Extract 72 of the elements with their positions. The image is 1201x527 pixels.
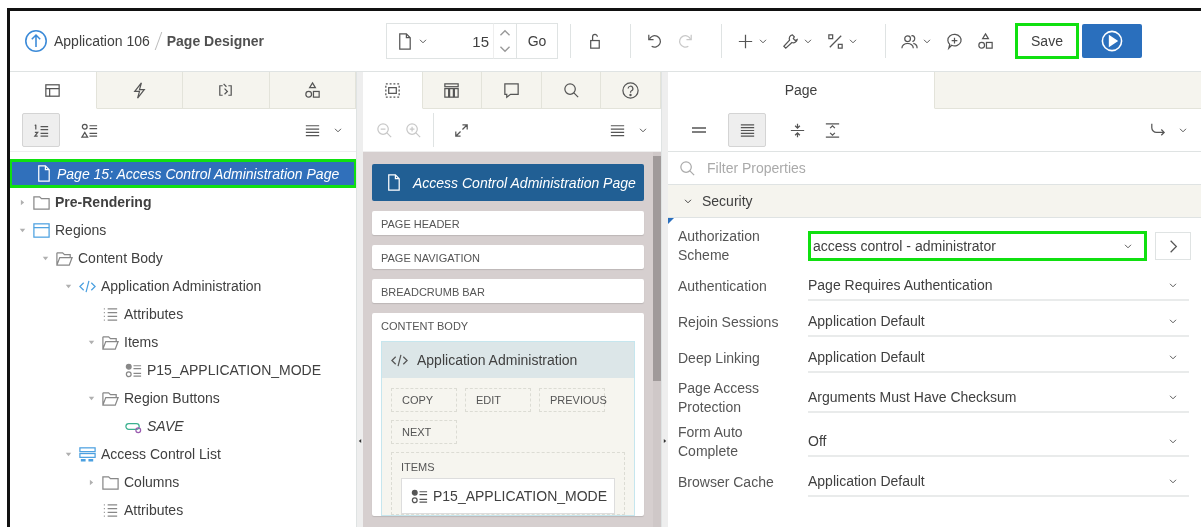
corner-marker	[668, 218, 674, 224]
tree-item[interactable]: Access Control List	[101, 446, 221, 462]
tab[interactable]: Page	[668, 72, 935, 109]
wrench-icon[interactable]	[781, 31, 800, 51]
property-label: Deep Linking	[678, 348, 761, 368]
select-field[interactable]: Arguments Must Have Checksum	[808, 383, 1189, 413]
tab[interactable]	[363, 72, 423, 109]
help-icon	[621, 80, 641, 100]
page-number-field[interactable]: 15	[435, 23, 493, 59]
tree-item[interactable]: Regions	[55, 222, 107, 238]
property-label: Browser Cache	[678, 472, 775, 492]
select-field[interactable]: Application Default	[808, 467, 1189, 497]
search-icon	[561, 80, 581, 100]
button-placeholder[interactable]: COPY	[391, 388, 457, 412]
shapes-icon[interactable]	[976, 31, 995, 51]
expand-all-icon[interactable]	[823, 120, 842, 140]
save-button[interactable]: Save	[1015, 23, 1079, 59]
property-label: Authorization Scheme	[678, 227, 761, 265]
region-icon	[32, 220, 51, 240]
page-title: Page Designer	[166, 33, 264, 49]
region-title: Application Administration	[417, 352, 578, 368]
tree-item[interactable]: P15_APPLICATION_MODE	[147, 362, 322, 378]
property-label: Page Access Protection	[678, 379, 760, 417]
position-label: CONTENT BODY	[381, 320, 470, 334]
run-button[interactable]	[1082, 24, 1142, 58]
items-label: ITEMS	[401, 461, 436, 473]
scrollbar[interactable]	[653, 152, 661, 527]
button-placeholder[interactable]: EDIT	[465, 388, 531, 412]
gallery-icon	[442, 80, 462, 100]
comment-plus-icon[interactable]	[945, 31, 964, 51]
lines-icon	[691, 126, 707, 134]
group-header[interactable]: Security	[668, 185, 1201, 218]
position-label: PAGE HEADER	[381, 218, 461, 232]
search-icon	[678, 158, 697, 178]
button-placeholder[interactable]: NEXT	[391, 420, 457, 444]
tab[interactable]	[10, 72, 97, 109]
tree-item[interactable]: Items	[124, 334, 159, 350]
tree-item[interactable]: Pre-Rendering	[55, 194, 152, 210]
property-label: Authentication	[678, 276, 768, 296]
application-link[interactable]: Application 106	[54, 33, 150, 49]
scrollbar-thumb[interactable]	[653, 156, 661, 381]
item-name: P15_APPLICATION_MODE	[433, 488, 608, 504]
property-label: Rejoin Sessions	[678, 312, 780, 332]
tree-item[interactable]: Application Administration	[101, 278, 262, 294]
shapes-icon	[302, 80, 322, 100]
view-mode-button[interactable]	[728, 113, 766, 147]
tree-item[interactable]: Content Body	[78, 250, 163, 266]
position-label: PAGE NAVIGATION	[381, 252, 482, 266]
select-field[interactable]: Application Default	[808, 307, 1189, 337]
selection-icon	[382, 80, 402, 100]
tree-item[interactable]: Attributes	[124, 306, 184, 322]
tree-item[interactable]: Attributes	[124, 502, 184, 518]
tree-item[interactable]: Columns	[124, 474, 180, 490]
comment-icon	[502, 80, 521, 100]
property-label: Form Auto Complete	[678, 423, 744, 461]
tree-item[interactable]: SAVE	[147, 418, 184, 434]
item-card[interactable]: P15_APPLICATION_MODE	[401, 478, 615, 514]
tree-item[interactable]: Region Buttons	[124, 390, 220, 406]
view-toggle-button[interactable]	[22, 113, 60, 147]
go-to-button[interactable]	[1155, 232, 1191, 260]
play-icon	[1100, 29, 1124, 53]
page-title: Access Control Administration Page	[413, 174, 636, 191]
go-button[interactable]: Go	[516, 23, 558, 59]
select-field[interactable]: Off	[808, 427, 1189, 457]
select-field[interactable]: access control - administrator	[808, 231, 1147, 261]
list-region-icon	[78, 444, 97, 464]
tree-item[interactable]: Page 15: Access Control Administration Page	[12, 162, 354, 185]
position-label: BREADCRUMB BAR	[381, 286, 486, 300]
button-placeholder[interactable]: PREVIOUS	[539, 388, 605, 412]
select-field[interactable]: Application Default	[808, 343, 1189, 373]
select-field[interactable]: Page Requires Authentication	[808, 271, 1189, 301]
percent-icon[interactable]	[826, 31, 845, 51]
